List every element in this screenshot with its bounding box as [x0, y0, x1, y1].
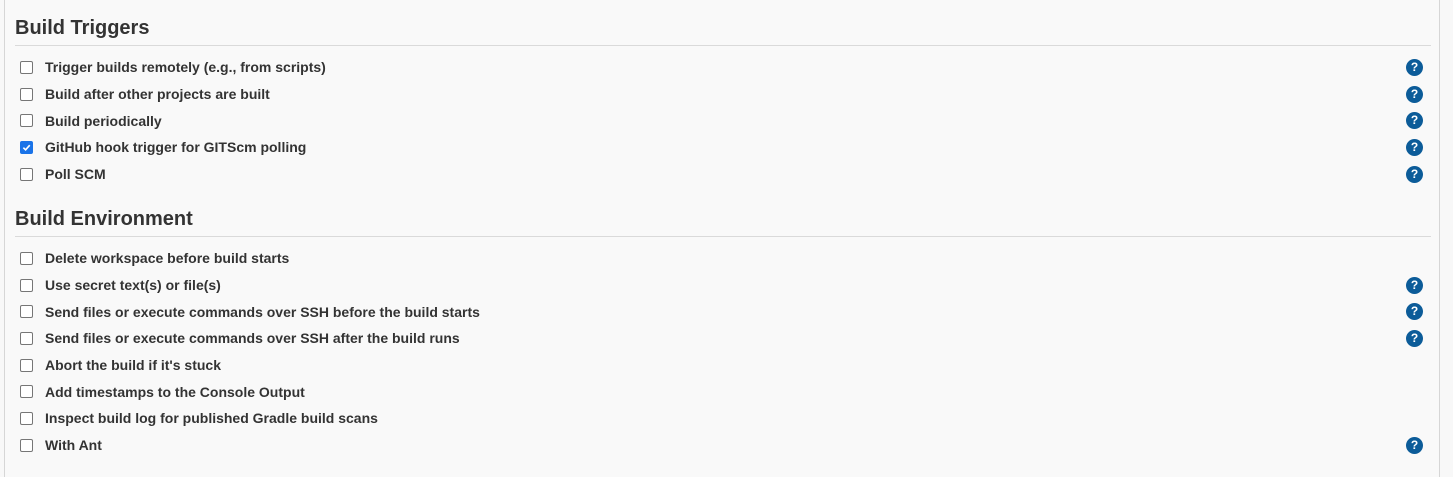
option-label[interactable]: With Ant [45, 437, 102, 453]
option-label[interactable]: GitHub hook trigger for GITScm polling [45, 139, 306, 155]
help-icon[interactable]: ? [1406, 85, 1423, 103]
help-icon[interactable]: ? [1406, 138, 1423, 156]
option-label[interactable]: Abort the build if it's stuck [45, 357, 221, 373]
option-label[interactable]: Add timestamps to the Console Output [45, 384, 305, 400]
option-label[interactable]: Build periodically [45, 113, 162, 129]
checkmark-icon [22, 144, 31, 151]
build-triggers-title: Build Triggers [15, 16, 1431, 46]
option-row[interactable]: Build after other projects are built ? [15, 81, 1431, 108]
checkbox[interactable] [20, 438, 33, 452]
help-icon[interactable]: ? [1406, 303, 1423, 321]
checkbox[interactable] [20, 114, 33, 128]
build-environment-title: Build Environment [15, 207, 1431, 237]
checkbox[interactable] [20, 87, 33, 101]
checkbox[interactable] [20, 167, 33, 181]
option-label[interactable]: Delete workspace before build starts [45, 250, 289, 266]
option-row[interactable]: Use secret text(s) or file(s) ? [15, 272, 1431, 299]
option-label[interactable]: Trigger builds remotely (e.g., from scri… [45, 59, 326, 75]
help-icon[interactable]: ? [1406, 329, 1423, 347]
option-row[interactable]: GitHub hook trigger for GITScm polling ? [15, 134, 1431, 161]
checkbox[interactable] [20, 385, 33, 399]
help-icon[interactable]: ? [1406, 58, 1423, 76]
checkbox[interactable] [20, 251, 33, 265]
build-triggers-list: Trigger builds remotely (e.g., from scri… [15, 54, 1431, 187]
option-label[interactable]: Inspect build log for published Gradle b… [45, 410, 378, 426]
option-row[interactable]: Delete workspace before build starts [15, 245, 1431, 272]
checkbox[interactable] [20, 411, 33, 425]
option-row[interactable]: Abort the build if it's stuck [15, 352, 1431, 379]
help-icon[interactable]: ? [1406, 276, 1423, 294]
option-row[interactable]: Inspect build log for published Gradle b… [15, 405, 1431, 432]
option-row[interactable]: Send files or execute commands over SSH … [15, 298, 1431, 325]
build-triggers-section: Build Triggers Trigger builds remotely (… [15, 16, 1431, 187]
checkbox[interactable] [20, 358, 33, 372]
checkbox[interactable] [20, 60, 33, 74]
option-label[interactable]: Send files or execute commands over SSH … [45, 330, 460, 346]
checkbox[interactable] [20, 331, 33, 345]
option-label[interactable]: Build after other projects are built [45, 86, 270, 102]
option-row[interactable]: With Ant ? [15, 432, 1431, 459]
help-icon[interactable]: ? [1406, 436, 1423, 454]
option-label[interactable]: Poll SCM [45, 166, 106, 182]
option-label[interactable]: Send files or execute commands over SSH … [45, 304, 480, 320]
config-panel: Build Triggers Trigger builds remotely (… [4, 0, 1440, 477]
option-row[interactable]: Poll SCM ? [15, 161, 1431, 188]
checkbox[interactable] [20, 305, 33, 319]
option-row[interactable]: Send files or execute commands over SSH … [15, 325, 1431, 352]
checkbox[interactable] [20, 278, 33, 292]
help-icon[interactable]: ? [1406, 165, 1423, 183]
checkbox[interactable] [20, 140, 33, 154]
option-label[interactable]: Use secret text(s) or file(s) [45, 277, 221, 293]
help-icon[interactable]: ? [1406, 112, 1423, 130]
option-row[interactable]: Trigger builds remotely (e.g., from scri… [15, 54, 1431, 81]
option-row[interactable]: Build periodically ? [15, 107, 1431, 134]
build-environment-section: Build Environment Delete workspace befor… [15, 207, 1431, 459]
option-row[interactable]: Add timestamps to the Console Output [15, 378, 1431, 405]
build-environment-list: Delete workspace before build starts Use… [15, 245, 1431, 459]
